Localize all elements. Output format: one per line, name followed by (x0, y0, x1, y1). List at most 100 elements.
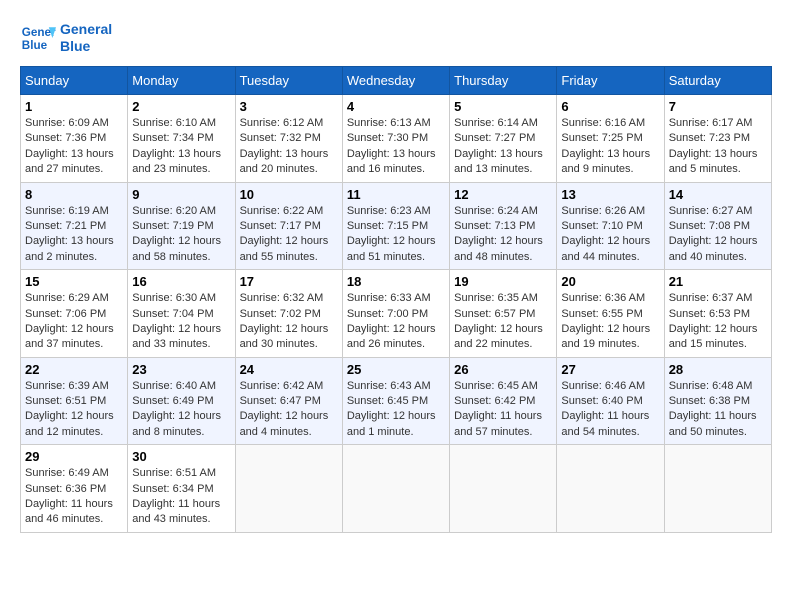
calendar-cell (664, 445, 771, 533)
week-row-4: 22 Sunrise: 6:39 AM Sunset: 6:51 PM Dayli… (21, 357, 772, 445)
day-info: Sunrise: 6:29 AM Sunset: 7:06 PM Dayligh… (25, 291, 123, 353)
day-number: 15 (25, 274, 123, 289)
calendar-cell: 18Sunrise: 6:33 AM Sunset: 7:00 PM Dayli… (342, 270, 449, 358)
calendar-cell: 6 Sunrise: 6:16 AM Sunset: 7:25 PM Daylig… (557, 95, 664, 183)
calendar-table: SundayMondayTuesdayWednesdayThursdayFrid… (20, 66, 772, 533)
calendar-header: SundayMondayTuesdayWednesdayThursdayFrid… (21, 67, 772, 95)
day-info: Sunrise: 6:10 AM Sunset: 7:34 PM Dayligh… (132, 116, 230, 178)
calendar-cell: 15 Sunrise: 6:29 AM Sunset: 7:06 PM Dayli… (21, 270, 128, 358)
day-info: Sunrise: 6:13 AM Sunset: 7:30 PM Dayligh… (347, 116, 445, 178)
day-info: Sunrise: 6:43 AM Sunset: 6:45 PM Dayligh… (347, 379, 445, 441)
calendar-cell: 30 Sunrise: 6:51 AM Sunset: 6:34 PM Dayli… (128, 445, 235, 533)
day-info: Sunrise: 6:42 AM Sunset: 6:47 PM Dayligh… (240, 379, 338, 441)
day-number: 28 (669, 362, 767, 377)
day-info: Sunrise: 6:49 AM Sunset: 6:36 PM Dayligh… (25, 466, 123, 528)
day-number: 12 (454, 187, 552, 202)
day-info: Sunrise: 6:48 AM Sunset: 6:38 PM Dayligh… (669, 379, 767, 441)
weekday-header-tuesday: Tuesday (235, 67, 342, 95)
logo-icon: General Blue (20, 20, 56, 56)
day-info: Sunrise: 6:30 AM Sunset: 7:04 PM Dayligh… (132, 291, 230, 353)
day-info: Sunrise: 6:39 AM Sunset: 6:51 PM Dayligh… (25, 379, 123, 441)
weekday-header-monday: Monday (128, 67, 235, 95)
calendar-body: 1Sunrise: 6:09 AM Sunset: 7:36 PM Daylig… (21, 95, 772, 533)
calendar-cell: 17 Sunrise: 6:32 AM Sunset: 7:02 PM Dayli… (235, 270, 342, 358)
day-info: Sunrise: 6:19 AM Sunset: 7:21 PM Dayligh… (25, 204, 123, 266)
day-number: 19 (454, 274, 552, 289)
day-info: Sunrise: 6:27 AM Sunset: 7:08 PM Dayligh… (669, 204, 767, 266)
week-row-3: 15 Sunrise: 6:29 AM Sunset: 7:06 PM Dayli… (21, 270, 772, 358)
day-info: Sunrise: 6:36 AM Sunset: 6:55 PM Dayligh… (561, 291, 659, 353)
day-number: 4 (347, 99, 445, 114)
day-number: 30 (132, 449, 230, 464)
day-number: 26 (454, 362, 552, 377)
day-info: Sunrise: 6:14 AM Sunset: 7:27 PM Dayligh… (454, 116, 552, 178)
calendar-cell: 13 Sunrise: 6:26 AM Sunset: 7:10 PM Dayli… (557, 182, 664, 270)
day-number: 29 (25, 449, 123, 464)
page-header: General Blue GeneralBlue (20, 20, 772, 56)
day-info: Sunrise: 6:33 AM Sunset: 7:00 PM Dayligh… (347, 291, 445, 353)
week-row-5: 29 Sunrise: 6:49 AM Sunset: 6:36 PM Dayli… (21, 445, 772, 533)
logo: General Blue GeneralBlue (20, 20, 112, 56)
calendar-cell (450, 445, 557, 533)
day-info: Sunrise: 6:35 AM Sunset: 6:57 PM Dayligh… (454, 291, 552, 353)
day-number: 16 (132, 274, 230, 289)
day-info: Sunrise: 6:26 AM Sunset: 7:10 PM Dayligh… (561, 204, 659, 266)
calendar-cell (342, 445, 449, 533)
day-number: 10 (240, 187, 338, 202)
day-info: Sunrise: 6:40 AM Sunset: 6:49 PM Dayligh… (132, 379, 230, 441)
calendar-cell (235, 445, 342, 533)
day-number: 6 (561, 99, 659, 114)
day-info: Sunrise: 6:37 AM Sunset: 6:53 PM Dayligh… (669, 291, 767, 353)
day-number: 14 (669, 187, 767, 202)
day-number: 17 (240, 274, 338, 289)
week-row-2: 8 Sunrise: 6:19 AM Sunset: 7:21 PM Daylig… (21, 182, 772, 270)
calendar-cell: 3 Sunrise: 6:12 AM Sunset: 7:32 PM Daylig… (235, 95, 342, 183)
logo-text: GeneralBlue (60, 21, 112, 55)
week-row-1: 1Sunrise: 6:09 AM Sunset: 7:36 PM Daylig… (21, 95, 772, 183)
day-number: 11 (347, 187, 445, 202)
day-number: 21 (669, 274, 767, 289)
calendar-cell: 14 Sunrise: 6:27 AM Sunset: 7:08 PM Dayli… (664, 182, 771, 270)
day-info: Sunrise: 6:46 AM Sunset: 6:40 PM Dayligh… (561, 379, 659, 441)
day-number: 9 (132, 187, 230, 202)
calendar-cell (557, 445, 664, 533)
calendar-cell: 26 Sunrise: 6:45 AM Sunset: 6:42 PM Dayli… (450, 357, 557, 445)
calendar-cell: 9 Sunrise: 6:20 AM Sunset: 7:19 PM Daylig… (128, 182, 235, 270)
calendar-cell: 20 Sunrise: 6:36 AM Sunset: 6:55 PM Dayli… (557, 270, 664, 358)
calendar-cell: 8 Sunrise: 6:19 AM Sunset: 7:21 PM Daylig… (21, 182, 128, 270)
calendar-cell: 23 Sunrise: 6:40 AM Sunset: 6:49 PM Dayli… (128, 357, 235, 445)
calendar-cell: 10Sunrise: 6:22 AM Sunset: 7:17 PM Dayli… (235, 182, 342, 270)
calendar-cell: 28 Sunrise: 6:48 AM Sunset: 6:38 PM Dayli… (664, 357, 771, 445)
day-number: 8 (25, 187, 123, 202)
calendar-cell: 5Sunrise: 6:14 AM Sunset: 7:27 PM Daylig… (450, 95, 557, 183)
day-info: Sunrise: 6:51 AM Sunset: 6:34 PM Dayligh… (132, 466, 230, 528)
day-number: 23 (132, 362, 230, 377)
day-number: 3 (240, 99, 338, 114)
day-info: Sunrise: 6:32 AM Sunset: 7:02 PM Dayligh… (240, 291, 338, 353)
day-info: Sunrise: 6:24 AM Sunset: 7:13 PM Dayligh… (454, 204, 552, 266)
day-number: 20 (561, 274, 659, 289)
day-info: Sunrise: 6:45 AM Sunset: 6:42 PM Dayligh… (454, 379, 552, 441)
day-info: Sunrise: 6:16 AM Sunset: 7:25 PM Dayligh… (561, 116, 659, 178)
day-number: 2 (132, 99, 230, 114)
weekday-header-sunday: Sunday (21, 67, 128, 95)
weekday-header-wednesday: Wednesday (342, 67, 449, 95)
calendar-cell: 4 Sunrise: 6:13 AM Sunset: 7:30 PM Daylig… (342, 95, 449, 183)
weekday-header-friday: Friday (557, 67, 664, 95)
calendar-cell: 12 Sunrise: 6:24 AM Sunset: 7:13 PM Dayli… (450, 182, 557, 270)
calendar-cell: 21 Sunrise: 6:37 AM Sunset: 6:53 PM Dayli… (664, 270, 771, 358)
day-info: Sunrise: 6:20 AM Sunset: 7:19 PM Dayligh… (132, 204, 230, 266)
calendar-cell: 27 Sunrise: 6:46 AM Sunset: 6:40 PM Dayli… (557, 357, 664, 445)
day-info: Sunrise: 6:23 AM Sunset: 7:15 PM Dayligh… (347, 204, 445, 266)
day-info: Sunrise: 6:17 AM Sunset: 7:23 PM Dayligh… (669, 116, 767, 178)
day-number: 22 (25, 362, 123, 377)
day-info: Sunrise: 6:09 AM Sunset: 7:36 PM Dayligh… (25, 116, 123, 178)
day-number: 27 (561, 362, 659, 377)
calendar-cell: 19 Sunrise: 6:35 AM Sunset: 6:57 PM Dayli… (450, 270, 557, 358)
day-info: Sunrise: 6:12 AM Sunset: 7:32 PM Dayligh… (240, 116, 338, 178)
day-number: 13 (561, 187, 659, 202)
calendar-cell: 22 Sunrise: 6:39 AM Sunset: 6:51 PM Dayli… (21, 357, 128, 445)
day-number: 25 (347, 362, 445, 377)
calendar-cell: 1Sunrise: 6:09 AM Sunset: 7:36 PM Daylig… (21, 95, 128, 183)
weekday-header-thursday: Thursday (450, 67, 557, 95)
